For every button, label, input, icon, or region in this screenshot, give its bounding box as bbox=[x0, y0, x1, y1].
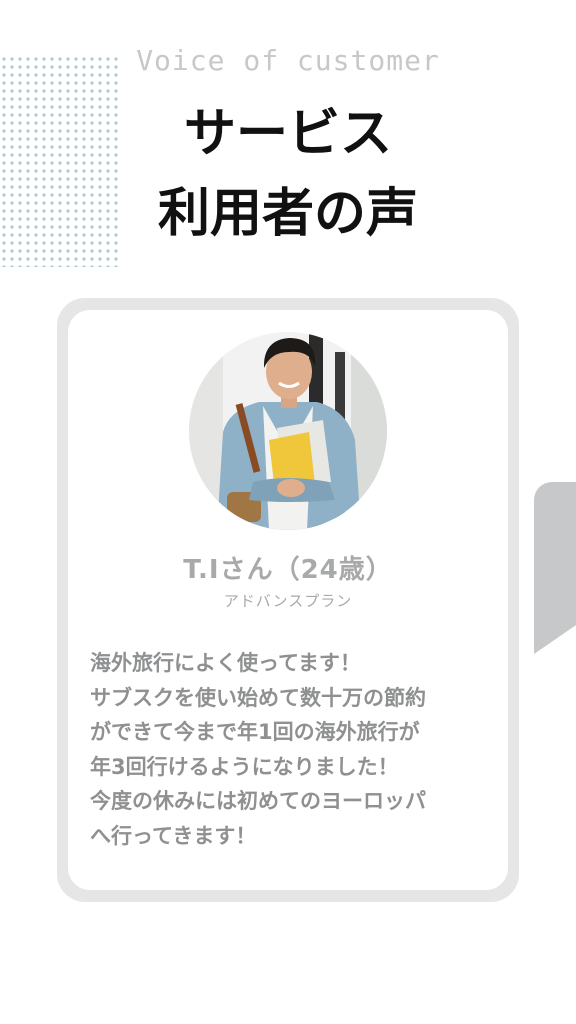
customer-name: T.Iさん（24歳） bbox=[183, 555, 393, 585]
review-line: サブスクを使い始めて数十万の節約 bbox=[90, 685, 426, 710]
review-text: 海外旅行によく使ってます！ サブスクを使い始めて数十万の節約 ができて今まで年1… bbox=[90, 646, 500, 853]
page-title-line-1: サービス bbox=[183, 104, 392, 164]
page-title-line-2: 利用者の声 bbox=[157, 184, 418, 244]
section-eyebrow: Voice of customer bbox=[0, 44, 576, 77]
eyebrow-text: Voice of customer bbox=[136, 44, 440, 77]
next-slide-tab[interactable] bbox=[534, 482, 576, 654]
testimonial-page: Voice of customer サービス 利用者の声 T.Iさん（24歳） bbox=[0, 0, 576, 1024]
review-line: ができて今まで年1回の海外旅行が bbox=[90, 720, 420, 744]
review-line: 海外旅行によく使ってます！ bbox=[90, 651, 361, 675]
smiling-student-photo-icon bbox=[189, 332, 387, 530]
review-line: 今度の休みには初めてのヨーロッパ bbox=[90, 789, 426, 813]
review-line: 年3回行けるようになりました！ bbox=[90, 754, 399, 779]
customer-plan: アドバンスプラン bbox=[223, 592, 353, 610]
customer-avatar bbox=[189, 332, 387, 530]
review-line: へ行ってきます！ bbox=[90, 823, 257, 848]
